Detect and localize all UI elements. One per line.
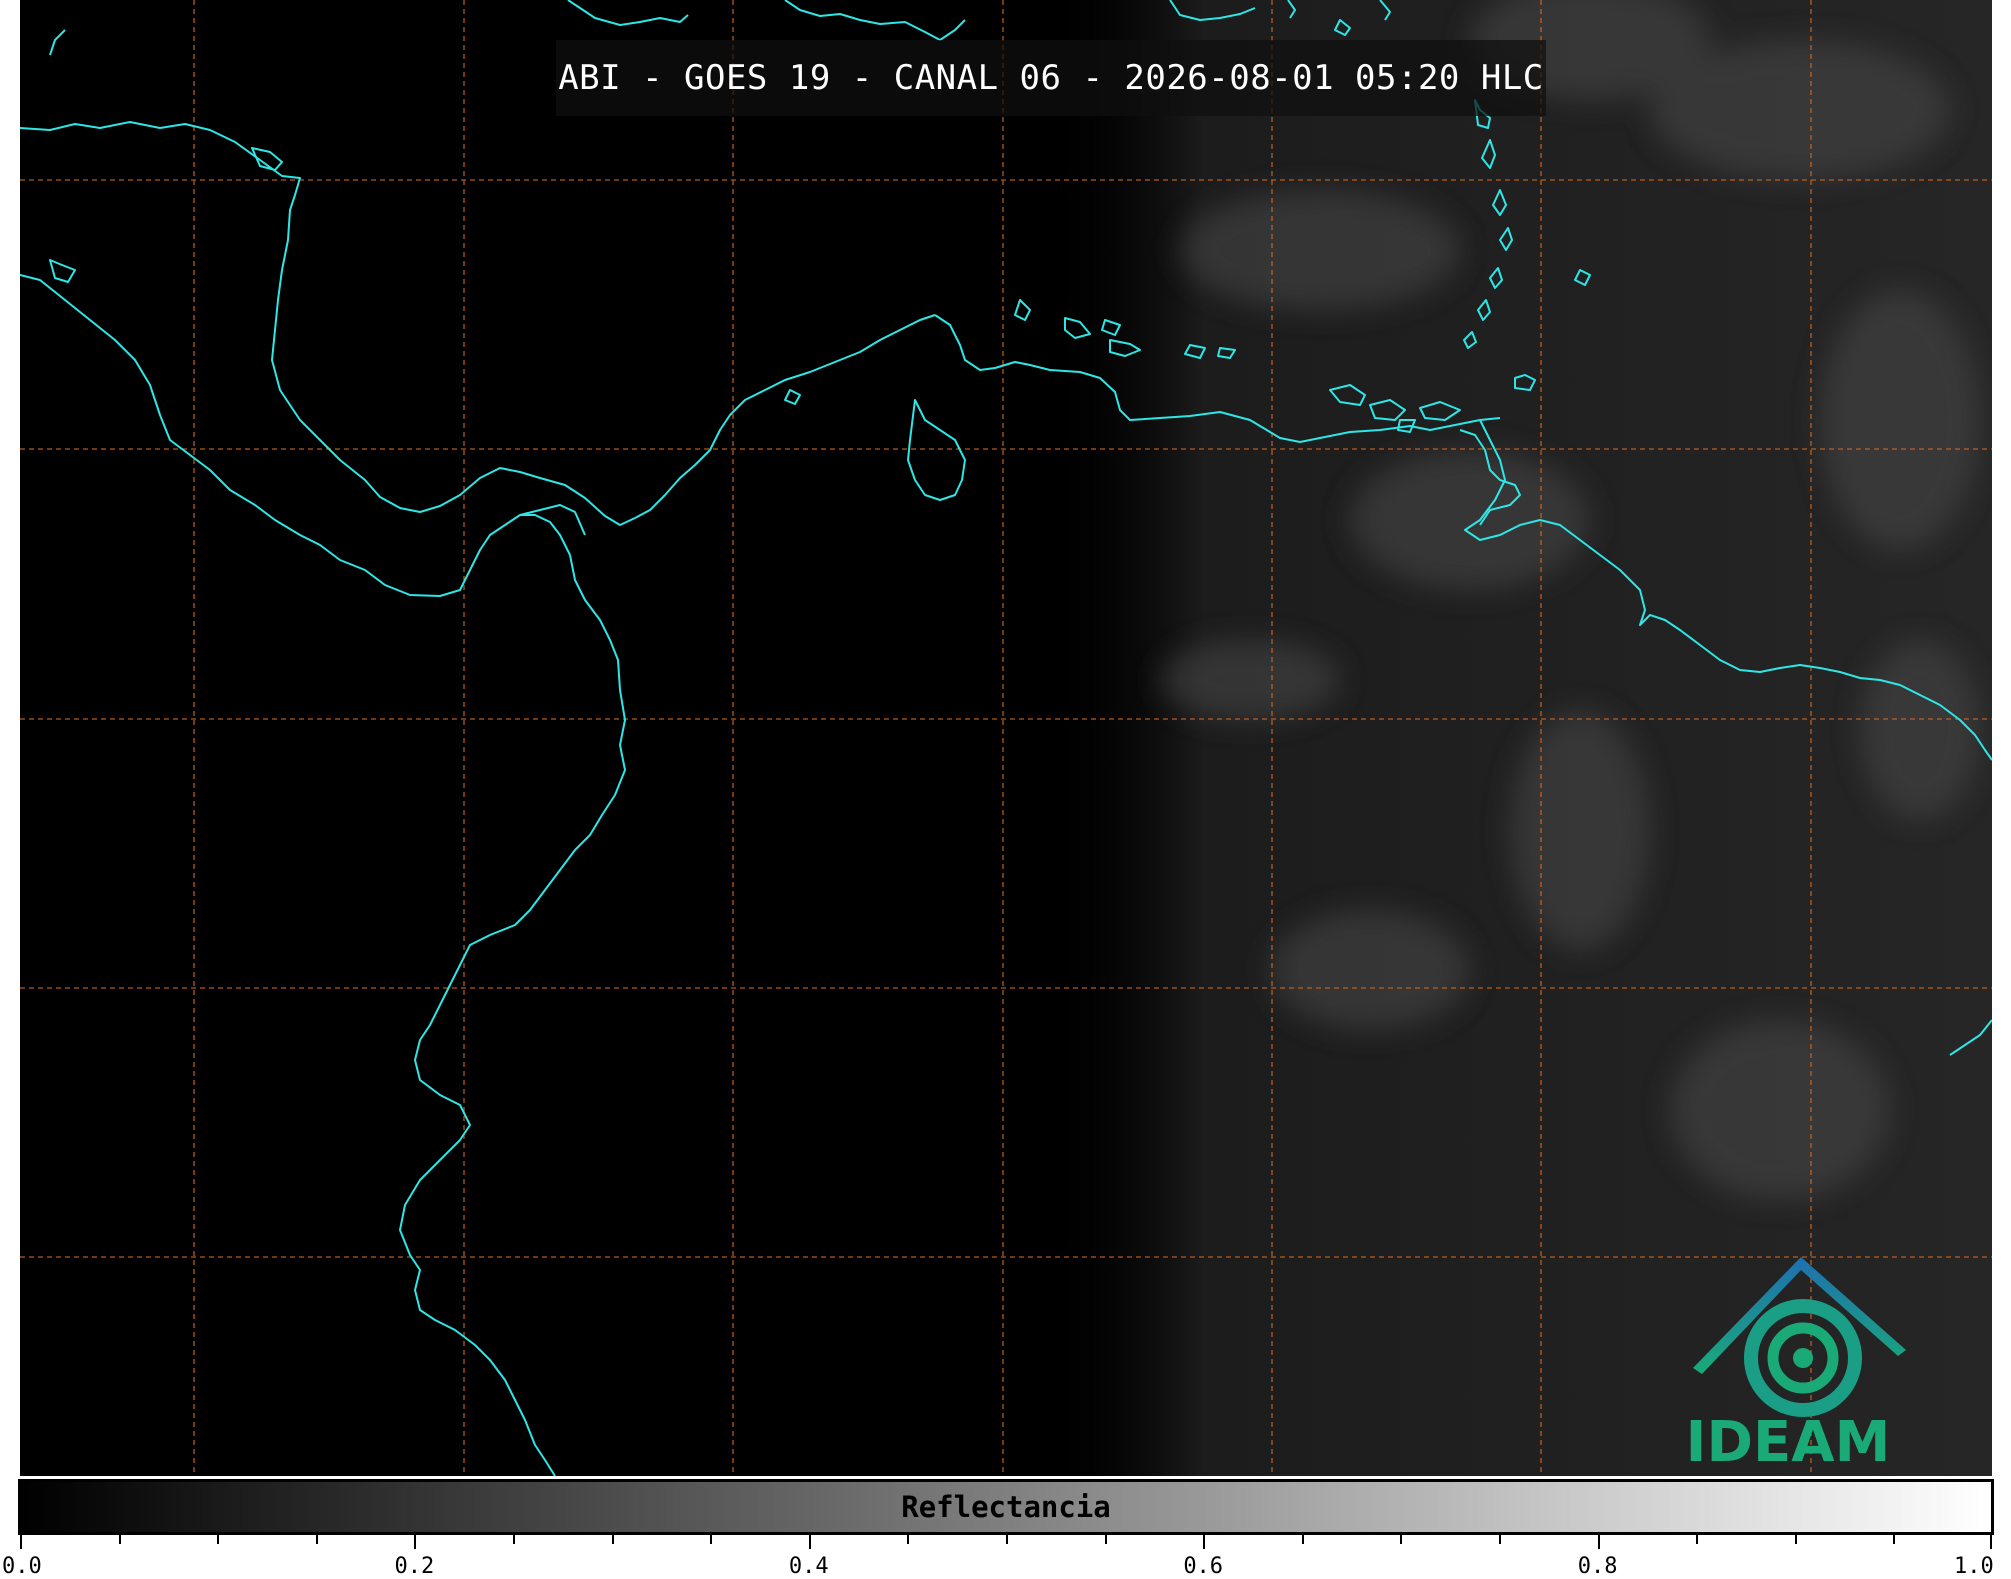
colorbar-tick-label: 0.4 [788,1554,829,1579]
map-title: ABI - GOES 19 - CANAL 06 - 2026-08-01 05… [558,58,1544,98]
colorbar-tick-label: 0.8 [1577,1554,1618,1579]
ideam-logo: IDEAM [1668,1250,1908,1475]
satellite-image-panel: ABI - GOES 19 - CANAL 06 - 2026-08-01 05… [20,0,1992,1476]
colorbar-minor-tick [1795,1535,1797,1544]
colorbar-ticks: 0.0 0.2 0.4 0.6 0.8 1.0 [2,1535,1994,1579]
colorbar-minor-tick [119,1535,121,1544]
colorbar-major-tick [414,1535,416,1549]
colorbar-minor-tick [1499,1535,1501,1544]
colorbar-tick-label: 0.6 [1183,1554,1224,1579]
colorbar-minor-tick [1696,1535,1698,1544]
colorbar-major-tick [1203,1535,1205,1549]
colorbar-minor-tick [316,1535,318,1544]
colorbar-minor-tick [1400,1535,1402,1544]
colorbar-major-tick [1598,1535,1600,1549]
logo-text: IDEAM [1685,1410,1891,1475]
title-banner: ABI - GOES 19 - CANAL 06 - 2026-08-01 05… [556,40,1546,116]
colorbar-tick-label: 0.0 [2,1554,42,1579]
colorbar-minor-tick [1302,1535,1304,1544]
colorbar-major-tick [20,1535,22,1549]
colorbar-minor-tick [907,1535,909,1544]
colorbar-minor-tick [217,1535,219,1544]
colorbar-label: Reflectancia [901,1490,1111,1524]
colorbar-minor-tick [1893,1535,1895,1544]
colorbar-minor-tick [612,1535,614,1544]
colorbar-minor-tick [513,1535,515,1544]
colorbar-tick-label: 0.2 [394,1554,435,1579]
colorbar-major-tick [1990,1535,1992,1549]
colorbar-tick-label: 1.0 [1954,1554,1994,1579]
colorbar-minor-tick [1105,1535,1107,1544]
colorbar-minor-tick [710,1535,712,1544]
colorbar-major-tick [809,1535,811,1549]
colorbar-minor-tick [1006,1535,1008,1544]
colorbar: Reflectancia [18,1479,1994,1535]
